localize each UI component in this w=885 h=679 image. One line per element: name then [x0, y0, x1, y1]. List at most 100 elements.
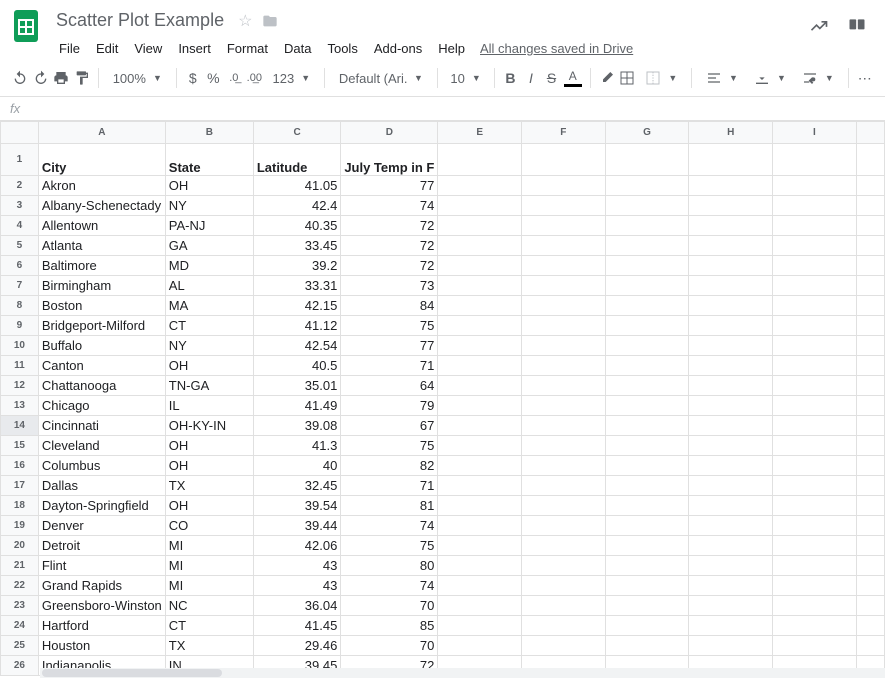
cell-C17[interactable]: 32.45 — [253, 476, 341, 496]
row-header-7[interactable]: 7 — [1, 276, 39, 296]
row-header-26[interactable]: 26 — [1, 656, 39, 676]
cell-H3[interactable] — [689, 196, 773, 216]
cell-D15[interactable]: 75 — [341, 436, 438, 456]
cell-I11[interactable] — [773, 356, 857, 376]
cell-H1[interactable] — [689, 144, 773, 176]
cell-G15[interactable] — [605, 436, 689, 456]
cell-F2[interactable] — [522, 176, 606, 196]
cell-H8[interactable] — [689, 296, 773, 316]
cell-I14[interactable] — [773, 416, 857, 436]
cell-A25[interactable]: Houston — [38, 636, 165, 656]
cell-G2[interactable] — [605, 176, 689, 196]
col-header-B[interactable]: B — [165, 122, 253, 144]
cell-J7[interactable] — [856, 276, 884, 296]
cell-C2[interactable]: 41.05 — [253, 176, 341, 196]
cell-J21[interactable] — [856, 556, 884, 576]
row-header-8[interactable]: 8 — [1, 296, 39, 316]
row-header-3[interactable]: 3 — [1, 196, 39, 216]
cell-J14[interactable] — [856, 416, 884, 436]
cell-I16[interactable] — [773, 456, 857, 476]
cell-A9[interactable]: Bridgeport-Milford — [38, 316, 165, 336]
font-size-select[interactable]: 10▼ — [446, 66, 486, 90]
merge-cells-button[interactable]: ▼ — [639, 66, 683, 90]
cell-D17[interactable]: 71 — [341, 476, 438, 496]
cell-J6[interactable] — [856, 256, 884, 276]
cell-H19[interactable] — [689, 516, 773, 536]
currency-button[interactable]: $ — [185, 66, 202, 90]
cell-F12[interactable] — [522, 376, 606, 396]
cell-F4[interactable] — [522, 216, 606, 236]
cell-C8[interactable]: 42.15 — [253, 296, 341, 316]
cell-F24[interactable] — [522, 616, 606, 636]
sheets-logo[interactable] — [12, 8, 40, 44]
cell-I22[interactable] — [773, 576, 857, 596]
menu-edit[interactable]: Edit — [89, 37, 125, 60]
cell-J23[interactable] — [856, 596, 884, 616]
cell-E25[interactable] — [438, 636, 522, 656]
cell-B1[interactable]: State — [165, 144, 253, 176]
row-header-11[interactable]: 11 — [1, 356, 39, 376]
cell-A4[interactable]: Allentown — [38, 216, 165, 236]
cell-I18[interactable] — [773, 496, 857, 516]
text-wrap-button[interactable]: ▼ — [796, 66, 840, 90]
cell-E16[interactable] — [438, 456, 522, 476]
col-header-I[interactable]: I — [773, 122, 857, 144]
cell-B22[interactable]: MI — [165, 576, 253, 596]
cell-C24[interactable]: 41.45 — [253, 616, 341, 636]
cell-C3[interactable]: 42.4 — [253, 196, 341, 216]
cell-H13[interactable] — [689, 396, 773, 416]
cell-H6[interactable] — [689, 256, 773, 276]
cell-I13[interactable] — [773, 396, 857, 416]
cell-J12[interactable] — [856, 376, 884, 396]
cell-B20[interactable]: MI — [165, 536, 253, 556]
cell-J9[interactable] — [856, 316, 884, 336]
cell-G17[interactable] — [605, 476, 689, 496]
cell-H17[interactable] — [689, 476, 773, 496]
col-header-H[interactable]: H — [689, 122, 773, 144]
cell-H12[interactable] — [689, 376, 773, 396]
cell-C5[interactable]: 33.45 — [253, 236, 341, 256]
cell-F15[interactable] — [522, 436, 606, 456]
col-header-G[interactable]: G — [605, 122, 689, 144]
menu-tools[interactable]: Tools — [320, 37, 364, 60]
cell-J18[interactable] — [856, 496, 884, 516]
menu-addons[interactable]: Add-ons — [367, 37, 429, 60]
cell-B21[interactable]: MI — [165, 556, 253, 576]
menu-format[interactable]: Format — [220, 37, 275, 60]
cell-J13[interactable] — [856, 396, 884, 416]
cell-A16[interactable]: Columbus — [38, 456, 165, 476]
cell-A14[interactable]: Cincinnati — [38, 416, 165, 436]
cell-E8[interactable] — [438, 296, 522, 316]
cell-F10[interactable] — [522, 336, 606, 356]
cell-F16[interactable] — [522, 456, 606, 476]
print-button[interactable] — [53, 66, 70, 90]
cell-F21[interactable] — [522, 556, 606, 576]
cell-H16[interactable] — [689, 456, 773, 476]
cell-D21[interactable]: 80 — [341, 556, 438, 576]
cell-C19[interactable]: 39.44 — [253, 516, 341, 536]
cell-F25[interactable] — [522, 636, 606, 656]
spreadsheet-grid[interactable]: ABCDEFGHI1CityStateLatitudeJuly Temp in … — [0, 121, 885, 678]
col-header-D[interactable]: D — [341, 122, 438, 144]
cell-J2[interactable] — [856, 176, 884, 196]
col-header-F[interactable]: F — [522, 122, 606, 144]
trend-icon[interactable] — [809, 16, 829, 36]
cell-I25[interactable] — [773, 636, 857, 656]
cell-C9[interactable]: 41.12 — [253, 316, 341, 336]
font-select[interactable]: Default (Ari...▼ — [333, 66, 429, 90]
row-header-21[interactable]: 21 — [1, 556, 39, 576]
cell-F20[interactable] — [522, 536, 606, 556]
cell-C1[interactable]: Latitude — [253, 144, 341, 176]
cell-G13[interactable] — [605, 396, 689, 416]
decrease-decimal-button[interactable]: .0̲ — [226, 66, 243, 90]
menu-help[interactable]: Help — [431, 37, 472, 60]
cell-A19[interactable]: Denver — [38, 516, 165, 536]
cell-E12[interactable] — [438, 376, 522, 396]
cell-E3[interactable] — [438, 196, 522, 216]
cell-D14[interactable]: 67 — [341, 416, 438, 436]
cell-E22[interactable] — [438, 576, 522, 596]
cell-D3[interactable]: 74 — [341, 196, 438, 216]
cell-D9[interactable]: 75 — [341, 316, 438, 336]
cell-I1[interactable] — [773, 144, 857, 176]
cell-B10[interactable]: NY — [165, 336, 253, 356]
